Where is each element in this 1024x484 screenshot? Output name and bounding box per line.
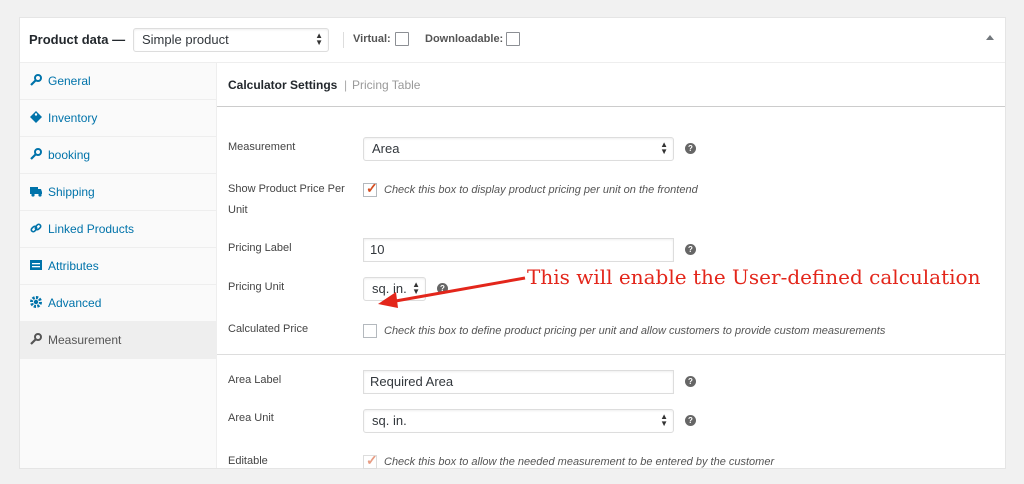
pricing-unit-label: Pricing Unit — [228, 281, 285, 293]
tab-label: booking — [48, 148, 91, 162]
collapse-toggle-icon[interactable] — [986, 35, 994, 40]
wrench-icon — [30, 74, 42, 86]
product-data-title: Product data — — [29, 32, 126, 47]
calculated-price-description: Check this box to define product pricing… — [384, 325, 886, 337]
subnav-calculator-settings[interactable]: Calculator Settings — [228, 78, 337, 92]
editable-label: Editable — [228, 455, 268, 467]
wrench-icon — [30, 148, 42, 160]
annotation-text: This will enable the User-defined calcul… — [527, 265, 981, 289]
area-label-value: Required Area — [370, 374, 454, 389]
calculated-price-checkbox[interactable] — [363, 324, 377, 338]
show-price-description: Check this box to display product pricin… — [384, 184, 698, 196]
wrench-icon — [30, 333, 42, 345]
tab-measurement[interactable]: Measurement — [20, 322, 216, 359]
header-separator — [343, 32, 344, 48]
subnav-pricing-table[interactable]: Pricing Table — [352, 78, 420, 92]
area-label-input[interactable]: Required Area — [363, 370, 674, 394]
select-arrows-icon: ▲ ▼ — [315, 31, 323, 47]
tab-general[interactable]: General — [20, 63, 216, 100]
virtual-label: Virtual: — [353, 33, 391, 45]
editable-checkbox[interactable]: ✓ — [363, 452, 378, 469]
pricing-label-input[interactable]: 10 — [363, 238, 674, 262]
calculator-subnav: Calculator Settings | Pricing Table — [217, 63, 1005, 107]
product-type-select[interactable]: Simple product ▲ ▼ — [133, 28, 329, 52]
area-unit-value: sq. in. — [372, 413, 407, 428]
list-icon — [30, 260, 42, 270]
pricing-label-label: Pricing Label — [228, 242, 292, 254]
tab-label: Inventory — [48, 111, 98, 125]
product-type-value: Simple product — [142, 32, 229, 47]
tab-inventory[interactable]: Inventory — [20, 100, 216, 137]
tab-advanced[interactable]: Advanced — [20, 285, 216, 322]
virtual-checkbox[interactable] — [395, 32, 409, 46]
show-price-checkbox[interactable]: ✓ — [363, 180, 378, 197]
show-price-label-line1: Show Product Price Per — [228, 183, 345, 195]
tab-booking[interactable]: booking — [20, 137, 216, 174]
help-icon[interactable]: ? — [685, 143, 696, 154]
help-icon[interactable]: ? — [685, 415, 696, 426]
tab-attributes[interactable]: Attributes — [20, 248, 216, 285]
select-arrows-icon: ▲ ▼ — [660, 412, 668, 428]
editable-description: Check this box to allow the needed measu… — [384, 456, 775, 468]
product-data-header: Product data — Simple product ▲ ▼ Virtual… — [20, 18, 1005, 63]
tab-linked-products[interactable]: Linked Products — [20, 211, 216, 248]
section-divider — [217, 354, 1005, 355]
select-arrows-icon: ▲ ▼ — [660, 140, 668, 156]
area-unit-select[interactable]: sq. in. ▲ ▼ — [363, 409, 674, 433]
checkmark-icon: ✓ — [366, 452, 378, 468]
downloadable-checkbox[interactable] — [506, 32, 520, 46]
checkmark-icon: ✓ — [366, 180, 378, 196]
calculated-price-label: Calculated Price — [228, 323, 309, 335]
tab-label: Measurement — [48, 333, 122, 347]
measurement-value: Area — [372, 141, 400, 156]
show-price-label-line2: Unit — [228, 204, 248, 216]
tab-label: General — [48, 74, 91, 88]
annotation-arrow-icon — [378, 276, 526, 308]
tab-label: Attributes — [48, 259, 99, 273]
product-data-panel: Product data — Simple product ▲ ▼ Virtual… — [19, 17, 1006, 469]
pricing-label-value: 10 — [370, 242, 385, 257]
product-data-tabs: General Inventory booking Shipping Linke… — [20, 63, 217, 468]
area-label-label: Area Label — [228, 374, 282, 386]
gear-icon — [30, 296, 42, 308]
downloadable-label: Downloadable: — [425, 33, 504, 45]
help-icon[interactable]: ? — [685, 244, 696, 255]
subnav-separator: | — [344, 78, 348, 92]
tag-icon — [30, 111, 42, 123]
measurement-select[interactable]: Area ▲ ▼ — [363, 137, 674, 161]
help-icon[interactable]: ? — [685, 376, 696, 387]
truck-icon — [30, 187, 42, 197]
measurement-label: Measurement — [228, 141, 296, 153]
tab-label: Linked Products — [48, 222, 135, 236]
link-icon — [30, 223, 42, 233]
area-unit-label: Area Unit — [228, 412, 274, 424]
tab-shipping[interactable]: Shipping — [20, 174, 216, 211]
tab-label: Advanced — [48, 296, 102, 310]
tab-label: Shipping — [48, 185, 95, 199]
